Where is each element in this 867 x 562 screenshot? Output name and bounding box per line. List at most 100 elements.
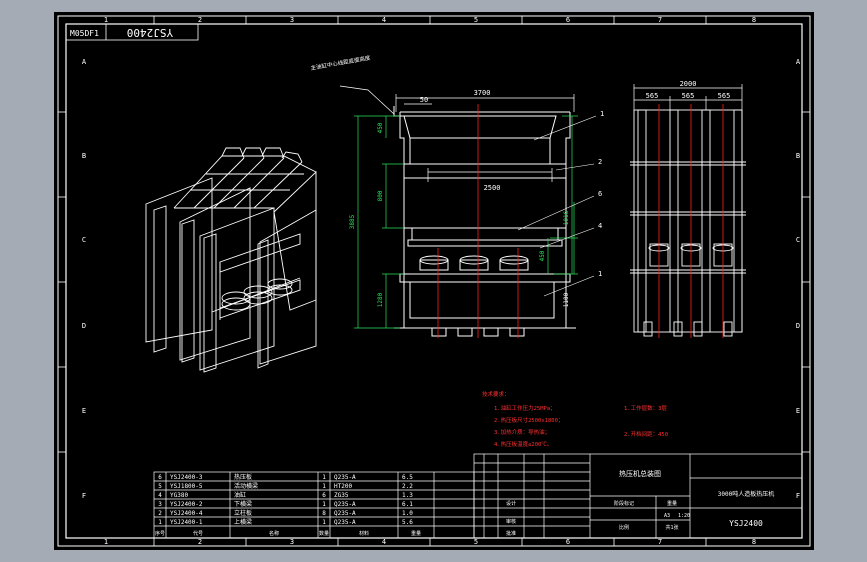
- svg-text:2.2: 2.2: [402, 483, 413, 490]
- svg-text:7: 7: [658, 538, 662, 546]
- tech-line-2: 2.热压板尺寸2500x1800；: [494, 416, 563, 424]
- svg-text:油缸: 油缸: [234, 491, 246, 499]
- side-view[interactable]: 2000 565 565 565: [630, 80, 746, 338]
- tech-requirements: 技术要求： 1.油缸工作压力25MPa； 2.热压板尺寸2500x1800； 3…: [482, 390, 668, 448]
- svg-text:A: A: [796, 58, 801, 66]
- svg-text:4: 4: [158, 492, 162, 499]
- svg-text:5: 5: [158, 483, 162, 490]
- front-callouts: [517, 115, 597, 297]
- svg-text:2: 2: [198, 16, 202, 24]
- tech-line-4: 4.热压板温度≤200℃。: [494, 440, 552, 448]
- code-label: M05DF1: [70, 29, 99, 38]
- front-height-left-c: 1280: [377, 292, 384, 307]
- drawing-sheet: 1 2 3 4 5 6 7 8 1 2 3 4 5 6 7 8 A B C D …: [57, 15, 811, 547]
- svg-text:6.5: 6.5: [402, 474, 413, 481]
- rotated-code: YSJ2400: [127, 26, 173, 39]
- svg-text:1: 1: [322, 474, 326, 481]
- front-frame: [393, 106, 576, 337]
- front-callout-2: 2: [598, 158, 602, 166]
- svg-text:Q235-A: Q235-A: [334, 501, 356, 508]
- side-bay-1: 565: [646, 92, 659, 100]
- title-company: 3000吨人造板热压机: [718, 490, 774, 498]
- inner-border: [65, 23, 803, 539]
- title-product-name: 热压机总装图: [619, 469, 661, 478]
- front-inner-width: 2500: [484, 184, 501, 192]
- svg-text:C: C: [796, 236, 800, 244]
- svg-text:6: 6: [566, 538, 570, 546]
- front-overall-width: 3700: [474, 89, 491, 97]
- svg-text:YSJ1800-5: YSJ1800-5: [170, 483, 203, 490]
- svg-text:1.0: 1.0: [402, 510, 413, 517]
- svg-text:Q235-A: Q235-A: [334, 474, 356, 481]
- title-checker: 审核: [506, 518, 516, 525]
- parts-table: 6 YSJ2400-3 热压板 1 Q235-A 6.5 5 YSJ1800-5…: [153, 471, 475, 539]
- side-bay-3: 565: [718, 92, 731, 100]
- title-size: A3: [664, 513, 670, 519]
- parts-header-name: 名称: [269, 530, 279, 537]
- svg-text:8: 8: [752, 16, 756, 24]
- title-drawing-number: YSJ2400: [729, 519, 763, 528]
- cad-viewport[interactable]: 1 2 3 4 5 6 7 8 1 2 3 4 5 6 7 8 A B C D …: [54, 12, 814, 550]
- title-block: 热压机总装图 3000吨人造板热压机 YSJ2400 阶段标记 重量 A3 1:…: [473, 453, 803, 539]
- code-box: M05DF1 YSJ2400: [65, 23, 199, 41]
- svg-text:1: 1: [322, 501, 326, 508]
- svg-text:B: B: [796, 152, 800, 160]
- svg-text:YSJ2400-1: YSJ2400-1: [170, 519, 203, 526]
- col-mark-bottom: 1: [104, 538, 108, 546]
- svg-text:YSJ2400-4: YSJ2400-4: [170, 510, 203, 517]
- svg-text:Q235-A: Q235-A: [334, 510, 356, 517]
- title-approve: 批准: [506, 530, 516, 537]
- side-bay-2: 565: [682, 92, 695, 100]
- side-overall-width: 2000: [680, 80, 697, 88]
- svg-text:下横梁: 下横梁: [234, 500, 252, 508]
- svg-text:F: F: [796, 492, 800, 500]
- front-height-left-a: 450: [377, 122, 384, 133]
- front-height-left-b: 800: [377, 190, 384, 201]
- title-sheet: 共1张: [665, 524, 678, 531]
- svg-text:6: 6: [158, 474, 162, 481]
- tech-line-1: 1.油缸工作压力25MPa；: [494, 404, 556, 412]
- col-mark-top: 1: [104, 16, 108, 24]
- front-view[interactable]: 主油缸中心线距底面高度 3700 50 2500 3885 450 800 12…: [310, 53, 604, 338]
- svg-text:2: 2: [158, 510, 162, 517]
- isometric-view[interactable]: [145, 147, 317, 373]
- tech-line-3: 3.加热介质：导热油；: [494, 428, 550, 436]
- svg-text:F: F: [82, 492, 86, 500]
- svg-text:8: 8: [752, 538, 756, 546]
- svg-text:4: 4: [382, 538, 386, 546]
- svg-text:D: D: [796, 322, 800, 330]
- title-scale: 1:20: [678, 513, 690, 519]
- front-height-right-mid: 450: [539, 250, 546, 261]
- svg-text:YSJ2400-2: YSJ2400-2: [170, 501, 203, 508]
- tech-note-1: 1.工作层数：3层: [624, 404, 667, 412]
- title-designer: 设计: [506, 500, 516, 507]
- front-callout-1b: 1: [598, 270, 602, 278]
- front-callout-6: 6: [598, 190, 602, 198]
- svg-text:8: 8: [322, 510, 326, 517]
- parts-header-no: 序号: [155, 530, 165, 537]
- side-frame: [630, 109, 746, 337]
- front-centerlines: [437, 104, 519, 338]
- parts-header-code: 代号: [193, 530, 203, 537]
- svg-text:6: 6: [566, 16, 570, 24]
- zone-ticks: [58, 16, 810, 546]
- front-right-dims: [547, 115, 578, 275]
- front-note: 主油缸中心线距底面高度: [310, 53, 395, 115]
- svg-text:6.1: 6.1: [402, 501, 413, 508]
- svg-text:3: 3: [158, 501, 162, 508]
- svg-text:热压板: 热压板: [234, 473, 252, 481]
- front-note-text: 主油缸中心线距底面高度: [310, 53, 371, 71]
- svg-text:5.6: 5.6: [402, 519, 413, 526]
- svg-text:4: 4: [382, 16, 386, 24]
- front-height-total: 3885: [349, 214, 356, 229]
- svg-text:HT200: HT200: [334, 483, 352, 490]
- svg-text:5: 5: [474, 16, 478, 24]
- front-callout-1: 1: [600, 110, 604, 118]
- svg-text:1.3: 1.3: [402, 492, 413, 499]
- title-weight: 重量: [667, 500, 677, 507]
- front-left-offset: 50: [420, 96, 428, 104]
- svg-text:A: A: [82, 58, 87, 66]
- parts-header-qty: 数量: [319, 530, 329, 537]
- svg-text:C: C: [82, 236, 86, 244]
- svg-text:Q235-A: Q235-A: [334, 519, 356, 526]
